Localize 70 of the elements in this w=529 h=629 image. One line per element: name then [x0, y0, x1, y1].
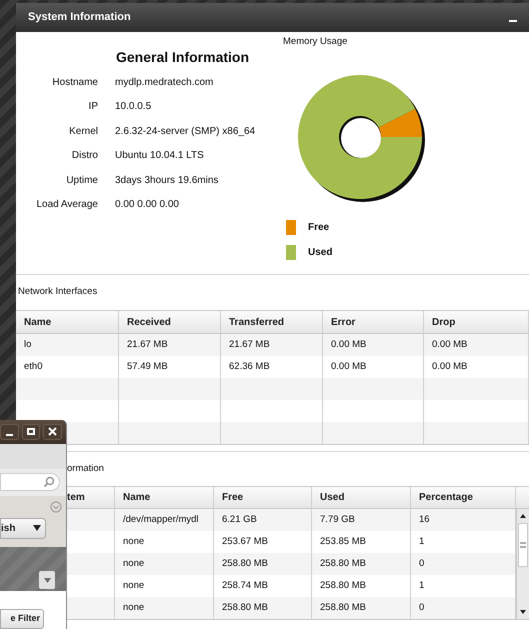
table-cell-text: 0: [419, 600, 424, 615]
section-title: ormation: [67, 462, 104, 476]
close-icon[interactable]: [43, 424, 62, 440]
column-header[interactable]: Drop: [424, 311, 529, 333]
table-cell-text: 62.36 MB: [229, 360, 270, 374]
table-cell-text: 258.80 MB: [320, 600, 366, 615]
legend-label: Used: [308, 246, 332, 260]
column-header[interactable]: Error: [323, 311, 424, 333]
table-cell-text: /dev/mapper/mydl: [123, 512, 199, 527]
table-cell-text: none: [123, 600, 144, 615]
column-header[interactable]: Free: [222, 490, 244, 505]
table-cell-text: eth0: [24, 360, 42, 374]
search-icon: [43, 476, 55, 488]
table-cell-text: none: [123, 556, 144, 571]
dropdown-button[interactable]: ish: [0, 518, 46, 539]
table-cell-text: 0: [419, 556, 424, 571]
table-cell-text: 258.80 MB: [222, 600, 268, 615]
minimize-icon[interactable]: [0, 424, 19, 440]
field-label: Uptime: [65, 174, 98, 188]
column-header[interactable]: Name: [16, 311, 119, 333]
table-cell-text: 0.00 MB: [331, 338, 366, 352]
field-value: 3days 3hours 19.6mins: [115, 174, 218, 188]
column-header[interactable]: Received: [119, 311, 221, 333]
field-label: IP: [88, 100, 98, 114]
field-value: 2.6.32-24-server (SMP) x86_64: [115, 124, 256, 139]
section-heading: General Information: [116, 48, 250, 66]
field-label: Load Average: [35, 198, 98, 212]
dropdown-button[interactable]: [39, 571, 55, 589]
table-cell-text: 16: [419, 512, 430, 527]
column-header[interactable]: Transferred: [221, 311, 323, 333]
table-cell-text: 21.67 MB: [127, 338, 168, 352]
table-cell-text: 258.80 MB: [320, 556, 366, 571]
scroll-thumb[interactable]: [518, 523, 528, 567]
column-header[interactable]: Percentage: [419, 490, 473, 505]
table-cell-text: 57.49 MB: [127, 360, 168, 374]
field-label: Kernel: [68, 124, 98, 139]
table-cell-text: 258.80 MB: [222, 556, 268, 571]
field-value: Ubuntu 10.04.1 LTS: [115, 149, 204, 164]
table-cell-text: none: [123, 578, 144, 593]
field-value: 10.0.0.5: [115, 100, 152, 114]
table-cell-text: 21.67 MB: [229, 338, 270, 352]
table-cell-text: 1: [419, 578, 424, 593]
field-value: mydlp.medratech.com: [115, 76, 214, 90]
table-cell-text: 258.74 MB: [222, 578, 268, 593]
table-cell-text: 0.00 MB: [432, 338, 468, 352]
table-cell-text: none: [123, 534, 144, 549]
table-cell-text: 0.00 MB: [331, 360, 366, 374]
filter-button[interactable]: e Filter: [0, 609, 44, 629]
table-cell-text: 253.85 MB: [320, 534, 366, 549]
search-field[interactable]: [0, 473, 60, 492]
table-cell-text: 258.80 MB: [320, 578, 366, 593]
column-header[interactable]: Name: [123, 490, 150, 505]
maximize-icon[interactable]: [22, 424, 40, 440]
field-value: 0.00 0.00 0.00: [115, 198, 179, 212]
column-header[interactable]: Used: [320, 490, 344, 505]
table-cell-text: lo: [24, 338, 32, 352]
panel-title: System Information: [28, 10, 131, 26]
table-cell-text: 7.79 GB: [320, 512, 355, 527]
table-cell-text: 6.21 GB: [222, 512, 257, 527]
caret-icon: [44, 578, 50, 582]
table-cell-text: 253.67 MB: [222, 534, 268, 549]
field-label: Hostname: [51, 76, 98, 90]
section-title: Network Interfaces: [17, 285, 98, 300]
legend-label: Free: [308, 221, 330, 236]
minimize-icon[interactable]: [509, 20, 517, 22]
table-cell-text: 1: [419, 534, 424, 549]
chart-title: Memory Usage: [283, 35, 348, 49]
field-label: Distro: [70, 149, 98, 164]
scrollbar[interactable]: [516, 509, 529, 619]
table-cell-text: 0.00 MB: [432, 360, 468, 374]
